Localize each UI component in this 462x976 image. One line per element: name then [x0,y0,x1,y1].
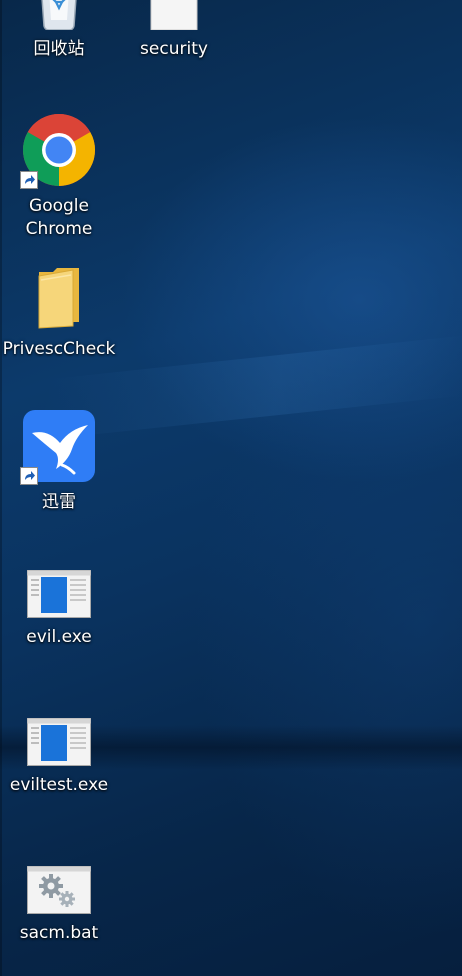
chrome-icon [20,113,96,189]
xunlei-icon [20,409,96,485]
desktop-icon-privesccheck[interactable]: PrivescCheck [1,266,117,361]
folder-icon [35,266,83,330]
batch-file-gears-icon [27,866,91,914]
desktop-icon-recycle-bin[interactable]: 回收站 [1,0,117,61]
application-window-icon [27,570,91,618]
document-icon [149,0,199,31]
desktop-icon-label: evil.exe [26,627,92,647]
desktop-icon-label: sacm.bat [19,923,99,943]
recycle-bin-icon [34,0,84,31]
desktop-icon-xunlei[interactable]: 迅雷 [1,409,117,514]
desktop-icon-label: Google Chrome [25,196,93,239]
desktop-icon-security[interactable]: security [116,0,232,61]
desktop-icon-label: 回收站 [33,39,85,59]
desktop-icon-google-chrome[interactable]: Google Chrome [1,113,117,241]
desktop-icon-label: PrivescCheck [2,339,116,359]
desktop-icon-label: eviltest.exe [9,775,109,795]
desktop-icon-sacm-bat[interactable]: sacm.bat [1,866,117,945]
shortcut-arrow-icon [20,171,38,189]
shortcut-arrow-icon [20,467,38,485]
desktop-icon-label: security [140,39,208,59]
desktop-icon-eviltest-exe[interactable]: eviltest.exe [1,718,117,797]
desktop-icon-label: 迅雷 [42,492,76,512]
application-window-icon [27,718,91,766]
desktop-icon-evil-exe[interactable]: evil.exe [1,570,117,649]
